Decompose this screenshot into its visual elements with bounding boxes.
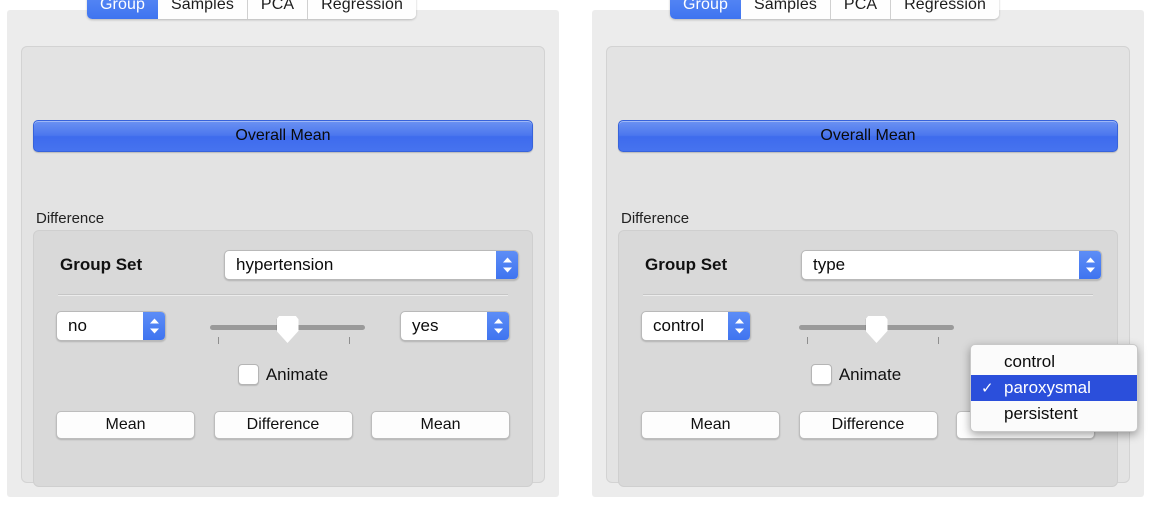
group-set-value: type — [813, 255, 846, 274]
difference-slider[interactable] — [799, 313, 954, 347]
group-set-row: Group Set type — [619, 249, 1117, 281]
chevron-up-down-icon[interactable] — [1079, 251, 1101, 279]
menu-item-label: control — [1004, 352, 1056, 371]
slider-thumb[interactable] — [865, 316, 888, 343]
tab-pca[interactable]: PCA — [247, 0, 309, 19]
left-group-value: no — [68, 316, 87, 335]
difference-button[interactable]: Difference — [213, 411, 353, 439]
difference-group-caption: Difference — [621, 210, 690, 227]
tab-regression[interactable]: Regression — [891, 0, 1000, 19]
chevron-up-down-icon[interactable] — [728, 312, 750, 340]
slider-thumb[interactable] — [276, 316, 299, 343]
difference-group-box: Group Set hypertension no yes Animate Me… — [33, 230, 533, 487]
slider-tick — [349, 337, 350, 344]
action-button-row: Mean Difference Mean — [56, 411, 510, 439]
mean-left-button[interactable]: Mean — [56, 411, 195, 439]
chevron-up-down-icon[interactable] — [143, 312, 165, 340]
animate-checkbox[interactable] — [237, 364, 259, 385]
animate-checkbox[interactable] — [810, 364, 832, 385]
chevron-up-down-icon[interactable] — [496, 251, 518, 279]
right-group-popup-button[interactable]: yes — [400, 311, 510, 341]
animate-label: Animate — [265, 364, 329, 384]
right-group-value: yes — [412, 316, 439, 335]
mean-left-button[interactable]: Mean — [641, 411, 780, 439]
slider-row: no yes — [34, 311, 532, 351]
difference-button[interactable]: Difference — [798, 411, 938, 439]
group-set-label: Group Set — [60, 255, 143, 274]
mean-right-button[interactable]: Mean — [371, 411, 510, 439]
tab-bar: Group Samples PCA Regression — [87, 0, 417, 19]
animate-label: Animate — [838, 364, 902, 384]
group-set-row: Group Set hypertension — [34, 249, 532, 281]
panel-right: Group Samples PCA Regression Overall Mea… — [592, 0, 1144, 497]
chevron-up-down-icon[interactable] — [487, 312, 509, 340]
menu-item-persistent[interactable]: persistent — [971, 401, 1137, 427]
overall-mean-button[interactable]: Overall Mean — [618, 120, 1118, 152]
tab-content-panel: Overall Mean Difference Group Set type c… — [606, 46, 1138, 487]
overall-mean-button[interactable]: Overall Mean — [33, 120, 533, 152]
tab-regression[interactable]: Regression — [308, 0, 417, 19]
group-separator — [643, 294, 1093, 296]
tab-samples[interactable]: Samples — [740, 0, 831, 19]
group-value-dropdown-menu[interactable]: control ✓ paroxysmal persistent — [970, 344, 1138, 432]
group-set-popup-button[interactable]: type — [801, 250, 1102, 280]
left-group-popup-button[interactable]: control — [641, 311, 751, 341]
panel-left: Group Samples PCA Regression Overall Mea… — [7, 0, 559, 497]
left-group-popup-button[interactable]: no — [56, 311, 166, 341]
slider-tick — [807, 337, 808, 344]
menu-item-label: persistent — [1004, 404, 1078, 423]
slider-tick — [218, 337, 219, 344]
slider-tick — [938, 337, 939, 344]
tab-group[interactable]: Group — [87, 0, 158, 19]
difference-group-caption: Difference — [36, 210, 105, 227]
tab-samples[interactable]: Samples — [157, 0, 248, 19]
group-set-popup-button[interactable]: hypertension — [224, 250, 519, 280]
menu-item-control[interactable]: control — [971, 349, 1137, 375]
tab-content-panel: Overall Mean Difference Group Set hypert… — [21, 46, 545, 487]
tab-pca[interactable]: PCA — [830, 0, 892, 19]
group-set-label: Group Set — [645, 255, 728, 274]
group-separator — [58, 294, 508, 296]
menu-item-paroxysmal[interactable]: ✓ paroxysmal — [971, 375, 1137, 401]
difference-slider[interactable] — [210, 313, 365, 347]
animate-row: Animate — [34, 364, 532, 385]
group-set-value: hypertension — [236, 255, 334, 274]
difference-group-box: Group Set type control Animate Mean Diff… — [618, 230, 1138, 487]
left-group-value: control — [653, 316, 705, 335]
menu-item-label: paroxysmal — [1004, 378, 1091, 397]
checkmark-icon: ✓ — [981, 379, 994, 397]
tab-group[interactable]: Group — [670, 0, 741, 19]
tab-bar: Group Samples PCA Regression — [670, 0, 1000, 19]
